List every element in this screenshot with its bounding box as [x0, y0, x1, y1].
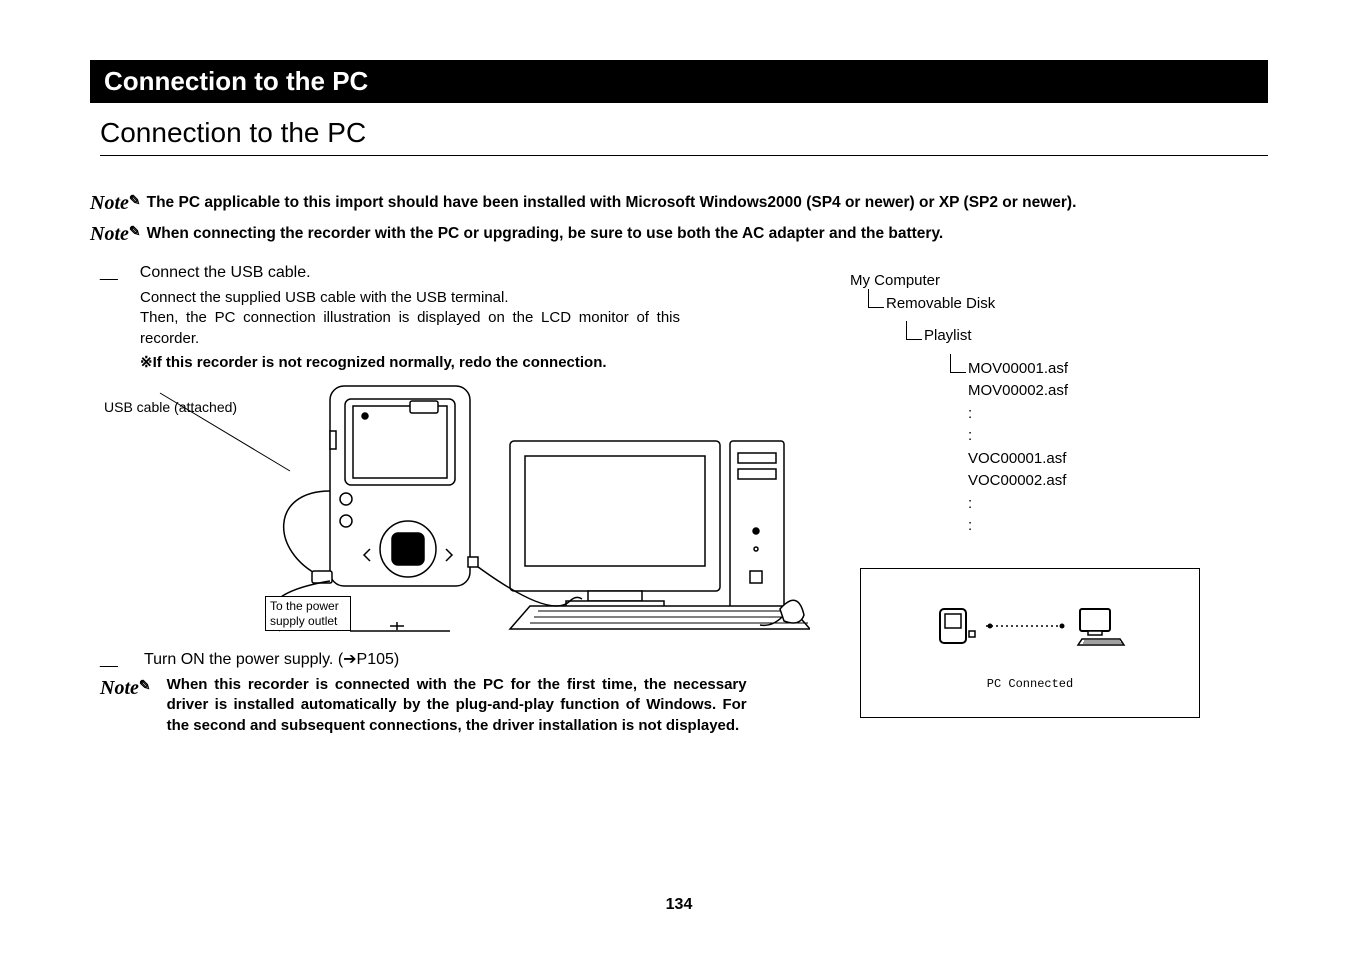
connection-diagram: To the power supply outlet — [90, 381, 810, 641]
tree-file: : — [968, 403, 1268, 426]
pencil-icon: ✎ — [129, 225, 141, 240]
pc-connected-icons — [934, 605, 1126, 647]
recorder-small-icon — [934, 605, 976, 647]
step1-body: Connect the supplied USB cable with the … — [140, 288, 680, 349]
note1-text: The PC applicable to this import should … — [147, 194, 1077, 212]
page-number: 134 — [666, 896, 693, 914]
note3-text: When this recorder is connected with the… — [167, 675, 747, 736]
diagram-svg — [90, 381, 810, 641]
tree-file: VOC00001.asf — [968, 448, 1268, 471]
title-bar: Connection to the PC — [90, 60, 1268, 103]
step2-heading: Turn ON the power supply. (➔P105) — [140, 649, 810, 669]
step1-warning: ※If this recorder is not recognized norm… — [140, 353, 680, 373]
file-tree: My Computer Removable Disk Playlist MOV0… — [850, 270, 1268, 538]
note-line-1: Note✎ The PC applicable to this import s… — [90, 190, 1268, 213]
note-line-2: Note✎ When connecting the recorder with … — [90, 221, 1268, 244]
tree-removable-disk: Removable Disk — [886, 293, 1268, 316]
tree-file: : — [968, 425, 1268, 448]
tree-file: : — [968, 493, 1268, 516]
note-icon: Note✎ — [90, 223, 141, 246]
dotted-connection-icon — [986, 616, 1066, 636]
tree-playlist: Playlist — [924, 325, 1268, 348]
pc-connected-label: PC Connected — [987, 677, 1073, 691]
pencil-icon: ✎ — [139, 679, 151, 694]
tree-file: VOC00002.asf — [968, 470, 1268, 493]
step1-heading: Connect the USB cable. — [140, 264, 810, 282]
pencil-icon: ✎ — [129, 194, 141, 209]
tree-file: MOV00002.asf — [968, 380, 1268, 403]
tree-file: MOV00001.asf — [968, 358, 1268, 381]
tree-file: : — [968, 515, 1268, 538]
pc-connected-illustration: PC Connected — [860, 568, 1200, 718]
note-line-3: Note✎ When this recorder is connected wi… — [100, 675, 810, 736]
note-icon: Note✎ — [90, 192, 141, 215]
subtitle: Connection to the PC — [100, 117, 1268, 156]
pc-small-icon — [1076, 605, 1126, 647]
tree-root: My Computer — [850, 270, 1268, 293]
power-outlet-label: To the power supply outlet — [265, 596, 351, 631]
note-icon: Note✎ — [100, 677, 151, 738]
note2-text: When connecting the recorder with the PC… — [147, 225, 944, 243]
